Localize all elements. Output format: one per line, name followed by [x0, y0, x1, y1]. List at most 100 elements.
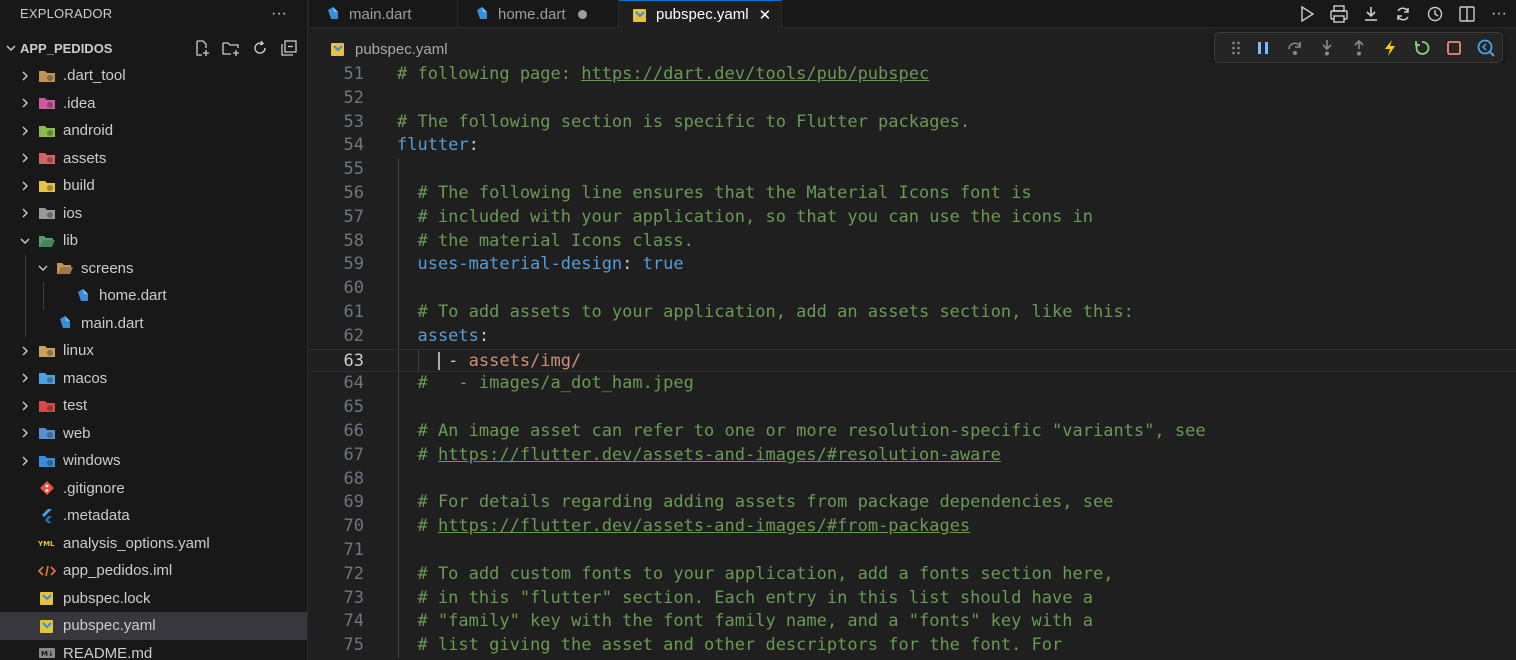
breadcrumb[interactable]: pubspec.yaml [309, 37, 448, 61]
dart-icon [473, 5, 491, 23]
tree-item-screens[interactable]: screens [0, 254, 307, 282]
code-line[interactable]: 53 # The following section is specific to… [309, 111, 1516, 135]
code-line[interactable]: 55 [309, 158, 1516, 182]
tree-item-test[interactable]: test [0, 392, 307, 420]
tree-item-readme-md[interactable]: M↓ README.md [0, 640, 307, 660]
code-line[interactable]: 62 assets: [309, 325, 1516, 349]
code-line[interactable]: 74 # "family" key with the font family n… [309, 610, 1516, 634]
stop-icon[interactable] [1438, 35, 1470, 61]
step-into-icon[interactable] [1311, 35, 1343, 61]
code-line[interactable]: 54 flutter: [309, 134, 1516, 158]
code-line[interactable]: 67 # https://flutter.dev/assets-and-imag… [309, 444, 1516, 468]
download-icon[interactable] [1360, 3, 1382, 25]
new-file-icon[interactable] [192, 38, 212, 58]
tree-item-ios[interactable]: ios [0, 200, 307, 228]
tree-item-pubspec-yaml[interactable]: pubspec.yaml [0, 612, 307, 640]
hot-reload-icon[interactable] [1374, 35, 1406, 61]
tree-item-dart-tool[interactable]: .dart_tool [0, 62, 307, 90]
tree-item-assets[interactable]: assets [0, 145, 307, 173]
sync-icon[interactable] [1392, 3, 1414, 25]
refresh-icon[interactable] [250, 38, 270, 58]
line-number: 58 [343, 230, 364, 251]
code-line[interactable]: 60 [309, 277, 1516, 301]
close-icon[interactable]: ✕ [759, 6, 772, 24]
code-link[interactable]: https://flutter.dev/assets-and-images/#r… [438, 445, 1001, 465]
code-line[interactable]: 52 [309, 87, 1516, 111]
print-icon[interactable] [1328, 3, 1350, 25]
tree-item-lib[interactable]: lib [0, 227, 307, 255]
code-token: # "family" key with the font family name… [397, 611, 1093, 632]
pause-icon[interactable] [1247, 35, 1279, 61]
code-text: # - images/a_dot_ham.jpeg [397, 372, 693, 396]
line-number: 71 [343, 540, 364, 560]
restart-icon[interactable] [1406, 35, 1438, 61]
explorer-header: EXPLORADOR ··· [0, 0, 307, 27]
tab-pubspec-yaml[interactable]: pubspec.yaml ✕ [619, 0, 782, 28]
code-line[interactable]: 68 [309, 468, 1516, 492]
tree-item-android[interactable]: android [0, 117, 307, 145]
code-line[interactable]: 63 - assets/img/ [309, 348, 1516, 373]
code-line[interactable]: 64 # - images/a_dot_ham.jpeg [309, 372, 1516, 396]
code-text: # https://flutter.dev/assets-and-images/… [397, 444, 1001, 468]
code-line[interactable]: 61 # To add assets to your application, … [309, 301, 1516, 325]
tree-item-label: assets [63, 149, 107, 167]
chevron-right-icon [18, 96, 32, 110]
code-line[interactable]: 75 # list giving the asset and other des… [309, 634, 1516, 658]
chevron-down-icon [4, 41, 18, 55]
step-out-icon[interactable] [1343, 35, 1375, 61]
breadcrumb-file[interactable]: pubspec.yaml [355, 41, 448, 58]
code-line[interactable]: 71 [309, 539, 1516, 563]
more-actions-icon[interactable]: ··· [1488, 3, 1510, 25]
chevron-right-icon [18, 454, 32, 468]
drag-handle-icon[interactable] [1225, 35, 1247, 61]
tree-item-home-dart[interactable]: home.dart [0, 282, 307, 310]
code-link[interactable]: https://flutter.dev/assets-and-images/#f… [438, 516, 970, 536]
code-line[interactable]: 56 # The following line ensures that the… [309, 182, 1516, 206]
step-over-icon[interactable] [1279, 35, 1311, 61]
tree-item-main-dart[interactable]: main.dart [0, 309, 307, 337]
code-line[interactable]: 65 [309, 396, 1516, 420]
tree-item-build[interactable]: build [0, 172, 307, 200]
code-line[interactable]: 51 # following page: https://dart.dev/too… [309, 63, 1516, 87]
tree-item-pubspec-lock[interactable]: pubspec.lock [0, 585, 307, 613]
tree-item-label: app_pedidos.iml [63, 562, 173, 580]
tab-home-dart[interactable]: home.dart [458, 0, 619, 28]
split-editor-icon[interactable] [1456, 3, 1478, 25]
code-line[interactable]: 72 # To add custom fonts to your applica… [309, 563, 1516, 587]
code-link[interactable]: https://dart.dev/tools/pub/pubspec [581, 64, 929, 84]
code-editor[interactable]: 51 # following page: https://dart.dev/too… [309, 63, 1516, 660]
chevron-right-icon [18, 426, 32, 440]
code-line[interactable]: 57 # included with your application, so … [309, 206, 1516, 230]
code-line[interactable]: 70 # https://flutter.dev/assets-and-imag… [309, 515, 1516, 539]
tree-item-gitignore[interactable]: .gitignore [0, 475, 307, 503]
tree-item-linux[interactable]: linux [0, 337, 307, 365]
tree-item-windows[interactable]: windows [0, 447, 307, 475]
line-number: 66 [343, 421, 364, 441]
tree-item-label: .metadata [63, 507, 130, 525]
history-icon[interactable] [1424, 3, 1446, 25]
tab-main-dart[interactable]: main.dart [309, 0, 458, 28]
code-line[interactable]: 59 uses-material-design: true [309, 253, 1516, 277]
collapse-all-icon[interactable] [279, 38, 299, 58]
new-folder-icon[interactable] [221, 38, 241, 58]
code-line[interactable]: 73 # in this "flutter" section. Each ent… [309, 587, 1516, 611]
devtools-search-icon[interactable] [1470, 35, 1502, 61]
tree-item-idea[interactable]: .idea [0, 90, 307, 118]
code-line[interactable]: 69 # For details regarding adding assets… [309, 491, 1516, 515]
run-icon[interactable] [1296, 3, 1318, 25]
project-root[interactable]: APP_PEDIDOS [0, 37, 307, 59]
line-number: 68 [343, 468, 364, 489]
more-actions-icon[interactable]: ··· [271, 5, 287, 23]
unsaved-dot-icon[interactable] [577, 9, 587, 19]
folder-web-icon [38, 425, 56, 441]
code-line[interactable]: 66 # An image asset can refer to one or … [309, 420, 1516, 444]
tree-item-macos[interactable]: macos [0, 365, 307, 393]
tree-item-analysis-options-yaml[interactable]: YML analysis_options.yaml [0, 530, 307, 558]
tree-item-metadata[interactable]: .metadata [0, 502, 307, 530]
tree-item-web[interactable]: web [0, 420, 307, 448]
code-token: : [622, 254, 643, 275]
tree-item-app-pedidos-iml[interactable]: app_pedidos.iml [0, 557, 307, 585]
code-line[interactable]: 58 # the material Icons class. [309, 230, 1516, 254]
